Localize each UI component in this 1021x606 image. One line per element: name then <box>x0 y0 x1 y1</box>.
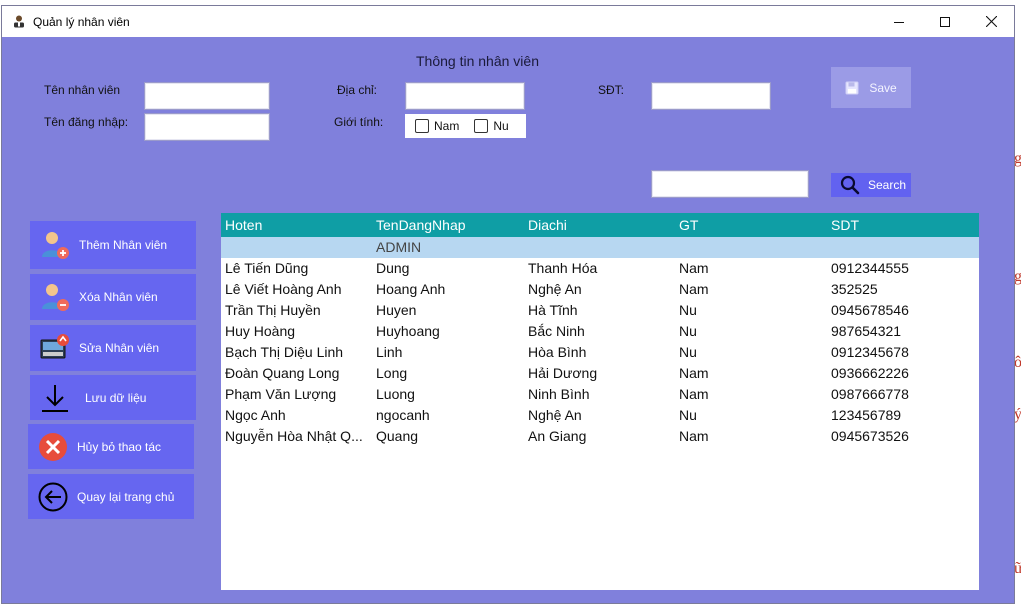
close-icon <box>985 16 997 27</box>
edit-employee-button[interactable]: Sửa Nhân viên <box>30 325 196 371</box>
column-header-sdt[interactable]: SDT <box>831 217 976 233</box>
add-employee-button[interactable]: Thêm Nhân viên <box>30 221 196 269</box>
remove-user-icon <box>38 280 72 314</box>
column-header-gt[interactable]: GT <box>679 217 824 233</box>
background-text-fragment: g <box>1014 268 1021 285</box>
back-home-button[interactable]: Quay lại trang chủ <box>28 474 194 519</box>
back-home-label: Quay lại trang chủ <box>77 489 175 504</box>
delete-employee-label: Xóa Nhân viên <box>79 290 158 304</box>
app-user-icon <box>11 14 27 30</box>
username-input[interactable] <box>144 113 270 141</box>
background-text-fragment: ữ <box>1014 560 1021 577</box>
edit-employee-label: Sửa Nhân viên <box>79 341 160 355</box>
gender-male-label: Nam <box>434 119 460 133</box>
edit-user-icon <box>38 331 72 365</box>
save-data-button[interactable]: Lưu dữ liệu <box>30 375 196 420</box>
search-label: Search <box>868 178 907 192</box>
gender-label: Giới tính: <box>334 115 384 129</box>
save-icon <box>845 81 859 95</box>
save-data-label: Lưu dữ liệu <box>85 390 147 405</box>
gender-group: Nam Nu <box>405 114 526 138</box>
table-row[interactable]: Bạch Thị Diệu Linh Linh Hòa Bình Nu 0912… <box>221 342 979 363</box>
form-heading: Thông tin nhân viên <box>416 53 539 69</box>
table-row[interactable]: Ngọc Anh ngocanh Nghệ An Nu 123456789 <box>221 405 979 426</box>
table-row[interactable]: Phạm Văn Lượng Luong Ninh Bình Nam 09876… <box>221 384 979 405</box>
add-user-icon <box>38 228 72 262</box>
phone-label: SĐT: <box>598 83 625 97</box>
search-icon <box>840 175 860 195</box>
close-button[interactable] <box>968 6 1014 37</box>
cancel-icon <box>36 430 70 464</box>
gender-female-label: Nu <box>493 119 509 133</box>
background-text-fragment: ô <box>1014 354 1021 371</box>
table-row[interactable]: Trần Thị Huyền Huyen Hà Tĩnh Nu 09456785… <box>221 300 979 321</box>
minimize-icon <box>894 21 904 23</box>
maximize-button[interactable] <box>922 6 968 37</box>
save-label: Save <box>869 80 897 95</box>
gender-male-checkbox[interactable] <box>415 119 429 133</box>
download-icon <box>38 381 72 415</box>
title-bar: Quản lý nhân viên <box>2 6 1014 37</box>
table-row[interactable]: ADMIN <box>221 237 979 258</box>
column-header-diachi[interactable]: Diachi <box>528 217 673 233</box>
table-row[interactable]: Lê Tiến Dũng Dung Thanh Hóa Nam 09123445… <box>221 258 979 279</box>
window-title: Quản lý nhân viên <box>33 14 130 29</box>
table-row[interactable]: Nguyễn Hòa Nhật Q... Quang An Giang Nam … <box>221 426 979 447</box>
address-label: Địa chỉ: <box>337 83 378 97</box>
maximize-icon <box>940 16 950 27</box>
grid-header: Hoten TenDangNhap Diachi GT SDT <box>221 213 979 237</box>
column-header-tendangnhap[interactable]: TenDangNhap <box>376 217 521 233</box>
name-label: Tên nhân viên <box>44 83 121 97</box>
name-input[interactable] <box>144 82 270 110</box>
minimize-button[interactable] <box>876 6 922 37</box>
column-header-hoten[interactable]: Hoten <box>225 217 370 233</box>
search-input[interactable] <box>651 170 809 198</box>
background-text-fragment: ý <box>1014 406 1021 423</box>
cancel-action-button[interactable]: Hủy bỏ thao tác <box>28 424 194 469</box>
search-button[interactable]: Search <box>831 173 911 197</box>
table-row[interactable]: Lê Viết Hoàng Anh Hoang Anh Nghệ An Nam … <box>221 279 979 300</box>
save-button[interactable]: Save <box>831 67 911 108</box>
employee-management-window: Quản lý nhân viên Thông tin nhân viên Tê… <box>1 5 1015 604</box>
gender-female-checkbox[interactable] <box>474 119 489 133</box>
address-input[interactable] <box>405 82 525 110</box>
phone-input[interactable] <box>651 82 771 110</box>
background-text-fragment: g <box>1014 150 1021 167</box>
delete-employee-button[interactable]: Xóa Nhân viên <box>30 274 196 320</box>
username-label: Tên đăng nhập: <box>44 115 129 129</box>
table-row[interactable]: Huy Hoàng Huyhoang Bắc Ninh Nu 987654321 <box>221 321 979 342</box>
back-icon <box>36 480 70 514</box>
employee-grid[interactable]: Hoten TenDangNhap Diachi GT SDT ADMIN Lê… <box>221 213 979 590</box>
add-employee-label: Thêm Nhân viên <box>79 238 168 252</box>
cancel-action-label: Hủy bỏ thao tác <box>77 439 162 454</box>
table-row[interactable]: Đoàn Quang Long Long Hải Dương Nam 09366… <box>221 363 979 384</box>
